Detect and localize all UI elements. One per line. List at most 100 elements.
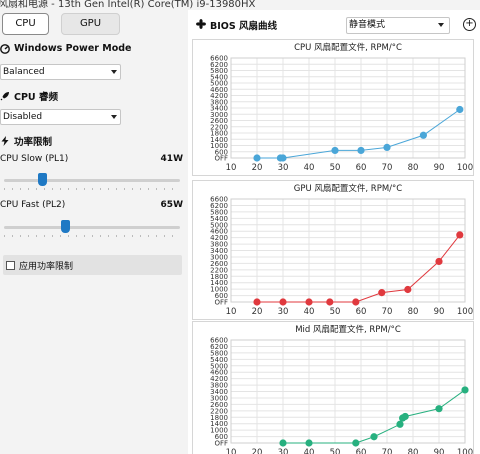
cpu-x-tick-label: 20 xyxy=(252,163,263,173)
cpu-x-tick-label: 90 xyxy=(434,163,445,173)
cpu-x-tick-label: 70 xyxy=(382,163,393,173)
gpu-x-tick-label: 80 xyxy=(408,307,419,317)
power-mode-heading: Windows Power Mode xyxy=(0,43,132,54)
pl1-slider-ticks xyxy=(4,188,180,190)
cpu-x-tick-label: 100 xyxy=(457,163,473,173)
cpu-y-tick-label: OFF xyxy=(214,155,228,163)
cpu-curve-point xyxy=(419,131,427,139)
cpu-curve-point xyxy=(279,154,287,162)
pl2-slider-thumb[interactable] xyxy=(61,220,71,233)
mid-curve-point xyxy=(435,405,443,413)
gpu-curve-point xyxy=(404,285,412,294)
mid-curve-point xyxy=(370,433,378,441)
pl2-value: 65W xyxy=(160,200,183,210)
mid-curve-point xyxy=(279,439,287,447)
cpu-curve-point xyxy=(331,146,339,155)
rocket-icon xyxy=(0,91,10,101)
fan-mode-select[interactable]: 静音模式 xyxy=(346,17,450,34)
cpu-curve-point xyxy=(253,154,261,162)
fan-curve-panel: BIOS 风扇曲线 静音模式 + CPU 风扇配置文件, RPM/°C 6600 6… xyxy=(188,10,480,454)
gpu-curve-point xyxy=(305,298,313,306)
gpu-curve-point xyxy=(253,298,261,306)
chevron-down-icon xyxy=(111,115,117,119)
mid-curve-point xyxy=(401,412,409,421)
mid-chart-title: Mid 风扇配置文件, RPM/°C xyxy=(295,324,401,335)
cpu-x-tick-label: 10 xyxy=(226,163,237,173)
cpu-boost-select[interactable]: Disabled xyxy=(0,109,121,125)
mid-x-tick-label: 60 xyxy=(356,448,367,454)
pl1-slider-track[interactable] xyxy=(4,179,180,182)
fan-mode-value: 静音模式 xyxy=(349,20,386,30)
cpu-boost-heading: CPU 睿频 xyxy=(0,89,58,103)
fan-icon xyxy=(196,18,206,32)
gpu-x-tick-label: 90 xyxy=(434,307,445,317)
cpu-curve-point xyxy=(456,105,464,114)
power-limit-heading: 功率限制 xyxy=(0,134,52,148)
mid-curve-point xyxy=(305,439,313,447)
power-mode-label: Windows Power Mode xyxy=(14,43,132,54)
cpu-x-tick-label: 50 xyxy=(330,163,341,173)
gpu-curve-point xyxy=(435,257,443,266)
gpu-fan-chart: GPU 风扇配置文件, RPM/°C 6600 6200 5800 5400 5000 46… xyxy=(192,180,474,320)
gauge-icon xyxy=(0,43,10,54)
chevron-down-icon xyxy=(111,70,117,74)
mid-fan-chart-svg: Mid 风扇配置文件, RPM/°C6600620058005400500046… xyxy=(210,324,473,454)
gpu-curve-point xyxy=(456,231,464,239)
gpu-fan-chart-svg: GPU 风扇配置文件, RPM/°C6600620058005400500046… xyxy=(210,183,473,317)
gpu-x-tick-label: 40 xyxy=(304,307,315,317)
cpu-curve-point xyxy=(383,143,391,151)
gpu-curve-point xyxy=(326,298,334,306)
gpu-chart-title: GPU 风扇配置文件, RPM/°C xyxy=(294,183,403,194)
gpu-x-tick-label: 30 xyxy=(278,307,289,317)
apply-power-limit-checkbox[interactable]: 应用功率限制 xyxy=(3,255,182,275)
window-title: 风扇和电源 - 13th Gen Intel(R) Core(TM) i9-13… xyxy=(0,0,256,10)
cpu-x-tick-label: 40 xyxy=(304,163,315,173)
gpu-y-tick-label: OFF xyxy=(214,299,228,307)
bios-fan-curve-heading: BIOS 风扇曲线 xyxy=(196,18,277,32)
gpu-curve-point xyxy=(279,298,287,306)
window-titlebar: 风扇和电源 - 13th Gen Intel(R) Core(TM) i9-13… xyxy=(0,0,480,10)
pl1-value: 41W xyxy=(160,154,183,164)
cpu-fan-chart-svg: CPU 风扇配置文件, RPM/°C6600620058005400500046… xyxy=(210,42,473,173)
plus-icon[interactable]: + xyxy=(463,18,476,31)
mid-y-tick-label: OFF xyxy=(214,440,228,448)
pl1-row: CPU Slow (PL1) 41W xyxy=(0,154,183,164)
bios-fan-curve-label: BIOS 风扇曲线 xyxy=(210,21,278,32)
cpu-x-tick-label: 80 xyxy=(408,163,419,173)
power-mode-select[interactable]: Balanced xyxy=(0,64,121,80)
gpu-x-tick-label: 10 xyxy=(226,307,237,317)
cpu-boost-label: CPU 睿频 xyxy=(14,92,58,103)
cpu-boost-value: Disabled xyxy=(3,112,43,122)
pl1-slider-thumb[interactable] xyxy=(38,173,48,186)
gpu-x-tick-label: 60 xyxy=(356,307,367,317)
pl2-row: CPU Fast (PL2) 65W xyxy=(0,200,183,210)
pl1-label: CPU Slow (PL1) xyxy=(0,154,69,164)
pl2-slider-track[interactable] xyxy=(4,226,180,229)
bolt-icon xyxy=(0,136,10,146)
mid-x-tick-label: 30 xyxy=(278,448,289,454)
apply-power-limit-label: 应用功率限制 xyxy=(19,261,74,272)
cpu-curve-point xyxy=(357,146,365,155)
cpu-chart-title: CPU 风扇配置文件, RPM/°C xyxy=(294,42,402,53)
mid-x-tick-label: 10 xyxy=(226,448,237,454)
gpu-x-tick-label: 20 xyxy=(252,307,263,317)
mid-x-tick-label: 50 xyxy=(330,448,341,454)
pl2-label: CPU Fast (PL2) xyxy=(0,200,66,210)
checkbox-box[interactable] xyxy=(6,260,15,270)
mid-fan-chart: Mid 风扇配置文件, RPM/°C 6600 6200 5800 5400 5000 46… xyxy=(192,321,474,454)
gpu-curve-point xyxy=(352,298,360,306)
pl2-slider-ticks xyxy=(4,235,180,237)
mid-curve-point xyxy=(396,420,404,428)
cpu-x-tick-label: 30 xyxy=(278,163,289,173)
settings-panel: CPU GPU Windows Power Mode Balanced CPU … xyxy=(0,10,188,454)
tab-cpu[interactable]: CPU xyxy=(2,13,49,35)
gpu-x-tick-label: 100 xyxy=(457,307,473,317)
mid-x-tick-label: 20 xyxy=(252,448,263,454)
mid-x-tick-label: 40 xyxy=(304,448,315,454)
chevron-down-icon xyxy=(438,23,444,27)
tab-gpu[interactable]: GPU xyxy=(61,13,120,35)
mid-x-tick-label: 90 xyxy=(434,448,445,454)
mid-x-tick-label: 80 xyxy=(408,448,419,454)
gpu-fan-curve-line xyxy=(257,234,461,303)
gpu-x-tick-label: 70 xyxy=(382,307,393,317)
